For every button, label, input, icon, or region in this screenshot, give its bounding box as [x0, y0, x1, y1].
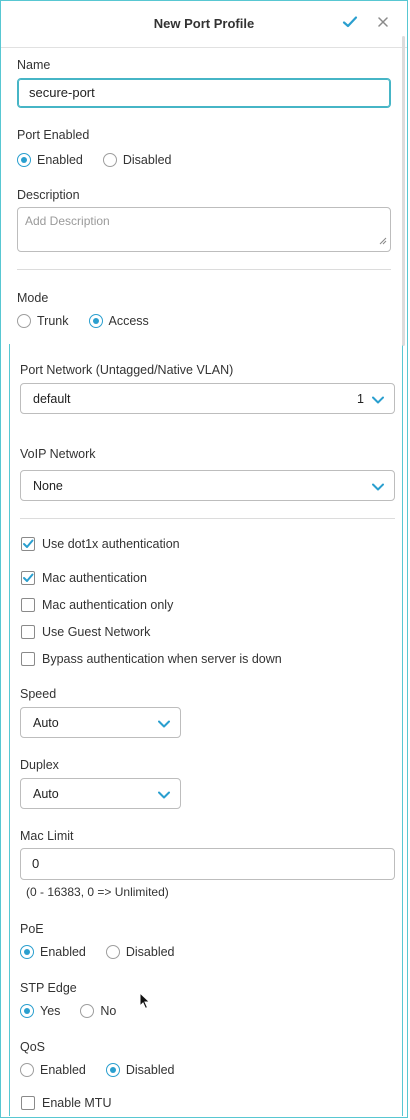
speed-select[interactable]: Auto: [20, 707, 181, 738]
radio-button[interactable]: [102, 153, 117, 167]
radio-label: Disabled: [125, 945, 175, 959]
mac-auth-only-checkbox[interactable]: [21, 598, 35, 612]
mac-auth-only-checkbox-row[interactable]: Mac authentication only: [21, 597, 173, 613]
radio-button[interactable]: [105, 1063, 120, 1077]
mac-limit-hint: (0 - 16383, 0 => Unlimited): [26, 885, 169, 899]
scrollbar-thumb[interactable]: [402, 36, 405, 346]
enable-mtu-label: Enable MTU: [42, 1096, 112, 1110]
port-network-label: Port Network (Untagged/Native VLAN): [20, 363, 234, 377]
voip-network-value: None: [33, 479, 63, 493]
guest-network-checkbox-row[interactable]: Use Guest Network: [21, 624, 150, 640]
stp-edge-option-yes[interactable]: Yes: [20, 1004, 60, 1018]
port-enabled-option-enabled[interactable]: Enabled: [17, 153, 83, 167]
chevron-down-icon: [158, 789, 170, 803]
mode-option-access[interactable]: Access: [88, 314, 149, 328]
radio-button[interactable]: [105, 945, 120, 959]
checkmark-icon[interactable]: [342, 14, 358, 33]
radio-button[interactable]: [20, 945, 34, 959]
stp-edge-radio-group: Yes No: [20, 1003, 136, 1019]
radio-button[interactable]: [20, 1004, 34, 1018]
port-enabled-label: Port Enabled: [17, 128, 90, 142]
description-placeholder: Add Description: [25, 214, 110, 228]
mouse-pointer-icon: [139, 991, 151, 1013]
mac-auth-label: Mac authentication: [42, 571, 147, 585]
radio-button[interactable]: [20, 1063, 34, 1077]
port-enabled-radio-group: Enabled Disabled: [17, 152, 192, 168]
radio-label: Trunk: [37, 314, 69, 328]
radio-label: Disabled: [122, 153, 172, 167]
close-icon[interactable]: [375, 14, 391, 33]
description-label: Description: [17, 188, 80, 202]
mode-label: Mode: [17, 291, 49, 305]
divider: [17, 269, 391, 270]
dot1x-checkbox[interactable]: [21, 537, 35, 551]
poe-label: PoE: [20, 922, 44, 936]
resize-grip-icon[interactable]: [379, 234, 387, 248]
dot1x-label: Use dot1x authentication: [42, 537, 180, 551]
dot1x-checkbox-row[interactable]: Use dot1x authentication: [21, 536, 180, 552]
stp-edge-option-no[interactable]: No: [80, 1004, 116, 1018]
radio-button[interactable]: [88, 314, 103, 328]
qos-radio-group: Enabled Disabled: [20, 1062, 195, 1078]
radio-label: Disabled: [125, 1063, 175, 1077]
mac-auth-checkbox-row[interactable]: Mac authentication: [21, 570, 147, 586]
mode-option-trunk[interactable]: Trunk: [17, 314, 69, 328]
radio-button[interactable]: [17, 153, 31, 167]
name-label: Name: [17, 58, 51, 72]
chevron-down-icon: [158, 718, 170, 732]
radio-button[interactable]: [80, 1004, 95, 1018]
mac-limit-label: Mac Limit: [20, 829, 74, 843]
speed-value: Auto: [33, 716, 59, 730]
qos-label: QoS: [20, 1040, 46, 1054]
bypass-auth-checkbox[interactable]: [21, 652, 35, 666]
enable-mtu-checkbox-row[interactable]: Enable MTU: [21, 1095, 111, 1111]
radio-label: Access: [108, 314, 149, 328]
qos-option-disabled[interactable]: Disabled: [105, 1063, 175, 1077]
radio-label: Enabled: [40, 945, 86, 959]
radio-label: Yes: [40, 1004, 61, 1018]
dialog-header: New Port Profile: [1, 0, 407, 48]
bypass-auth-label: Bypass authentication when server is dow…: [42, 652, 282, 666]
radio-button[interactable]: [17, 314, 31, 328]
poe-option-enabled[interactable]: Enabled: [20, 945, 86, 959]
mode-radio-group: Trunk Access: [17, 313, 169, 329]
guest-network-label: Use Guest Network: [42, 625, 151, 639]
duplex-label: Duplex: [20, 758, 59, 772]
radio-label: Enabled: [40, 1063, 86, 1077]
port-network-select[interactable]: default 1: [20, 383, 395, 414]
stp-edge-label: STP Edge: [20, 981, 77, 995]
name-input[interactable]: secure-port: [17, 78, 391, 108]
section-border-right: [402, 344, 403, 1116]
qos-option-enabled[interactable]: Enabled: [20, 1063, 86, 1077]
poe-radio-group: Enabled Disabled: [20, 944, 195, 960]
chevron-down-icon: [372, 394, 384, 408]
port-network-value: default: [33, 392, 71, 406]
port-network-count: 1: [357, 392, 364, 406]
section-border-left: [9, 344, 10, 1116]
mac-auth-checkbox[interactable]: [21, 571, 35, 585]
mac-limit-input[interactable]: 0: [20, 848, 395, 880]
description-textarea[interactable]: Add Description: [17, 207, 391, 252]
voip-network-label: VoIP Network: [20, 447, 96, 461]
duplex-value: Auto: [33, 787, 59, 801]
mac-auth-only-label: Mac authentication only: [42, 598, 174, 612]
divider: [20, 518, 395, 519]
poe-option-disabled[interactable]: Disabled: [105, 945, 175, 959]
radio-label: No: [100, 1004, 117, 1018]
bypass-auth-checkbox-row[interactable]: Bypass authentication when server is dow…: [21, 651, 282, 667]
speed-label: Speed: [20, 687, 57, 701]
radio-label: Enabled: [37, 153, 83, 167]
duplex-select[interactable]: Auto: [20, 778, 181, 809]
chevron-down-icon: [372, 481, 384, 495]
voip-network-select[interactable]: None: [20, 470, 395, 501]
guest-network-checkbox[interactable]: [21, 625, 35, 639]
enable-mtu-checkbox[interactable]: [21, 1096, 35, 1110]
port-enabled-option-disabled[interactable]: Disabled: [102, 153, 172, 167]
